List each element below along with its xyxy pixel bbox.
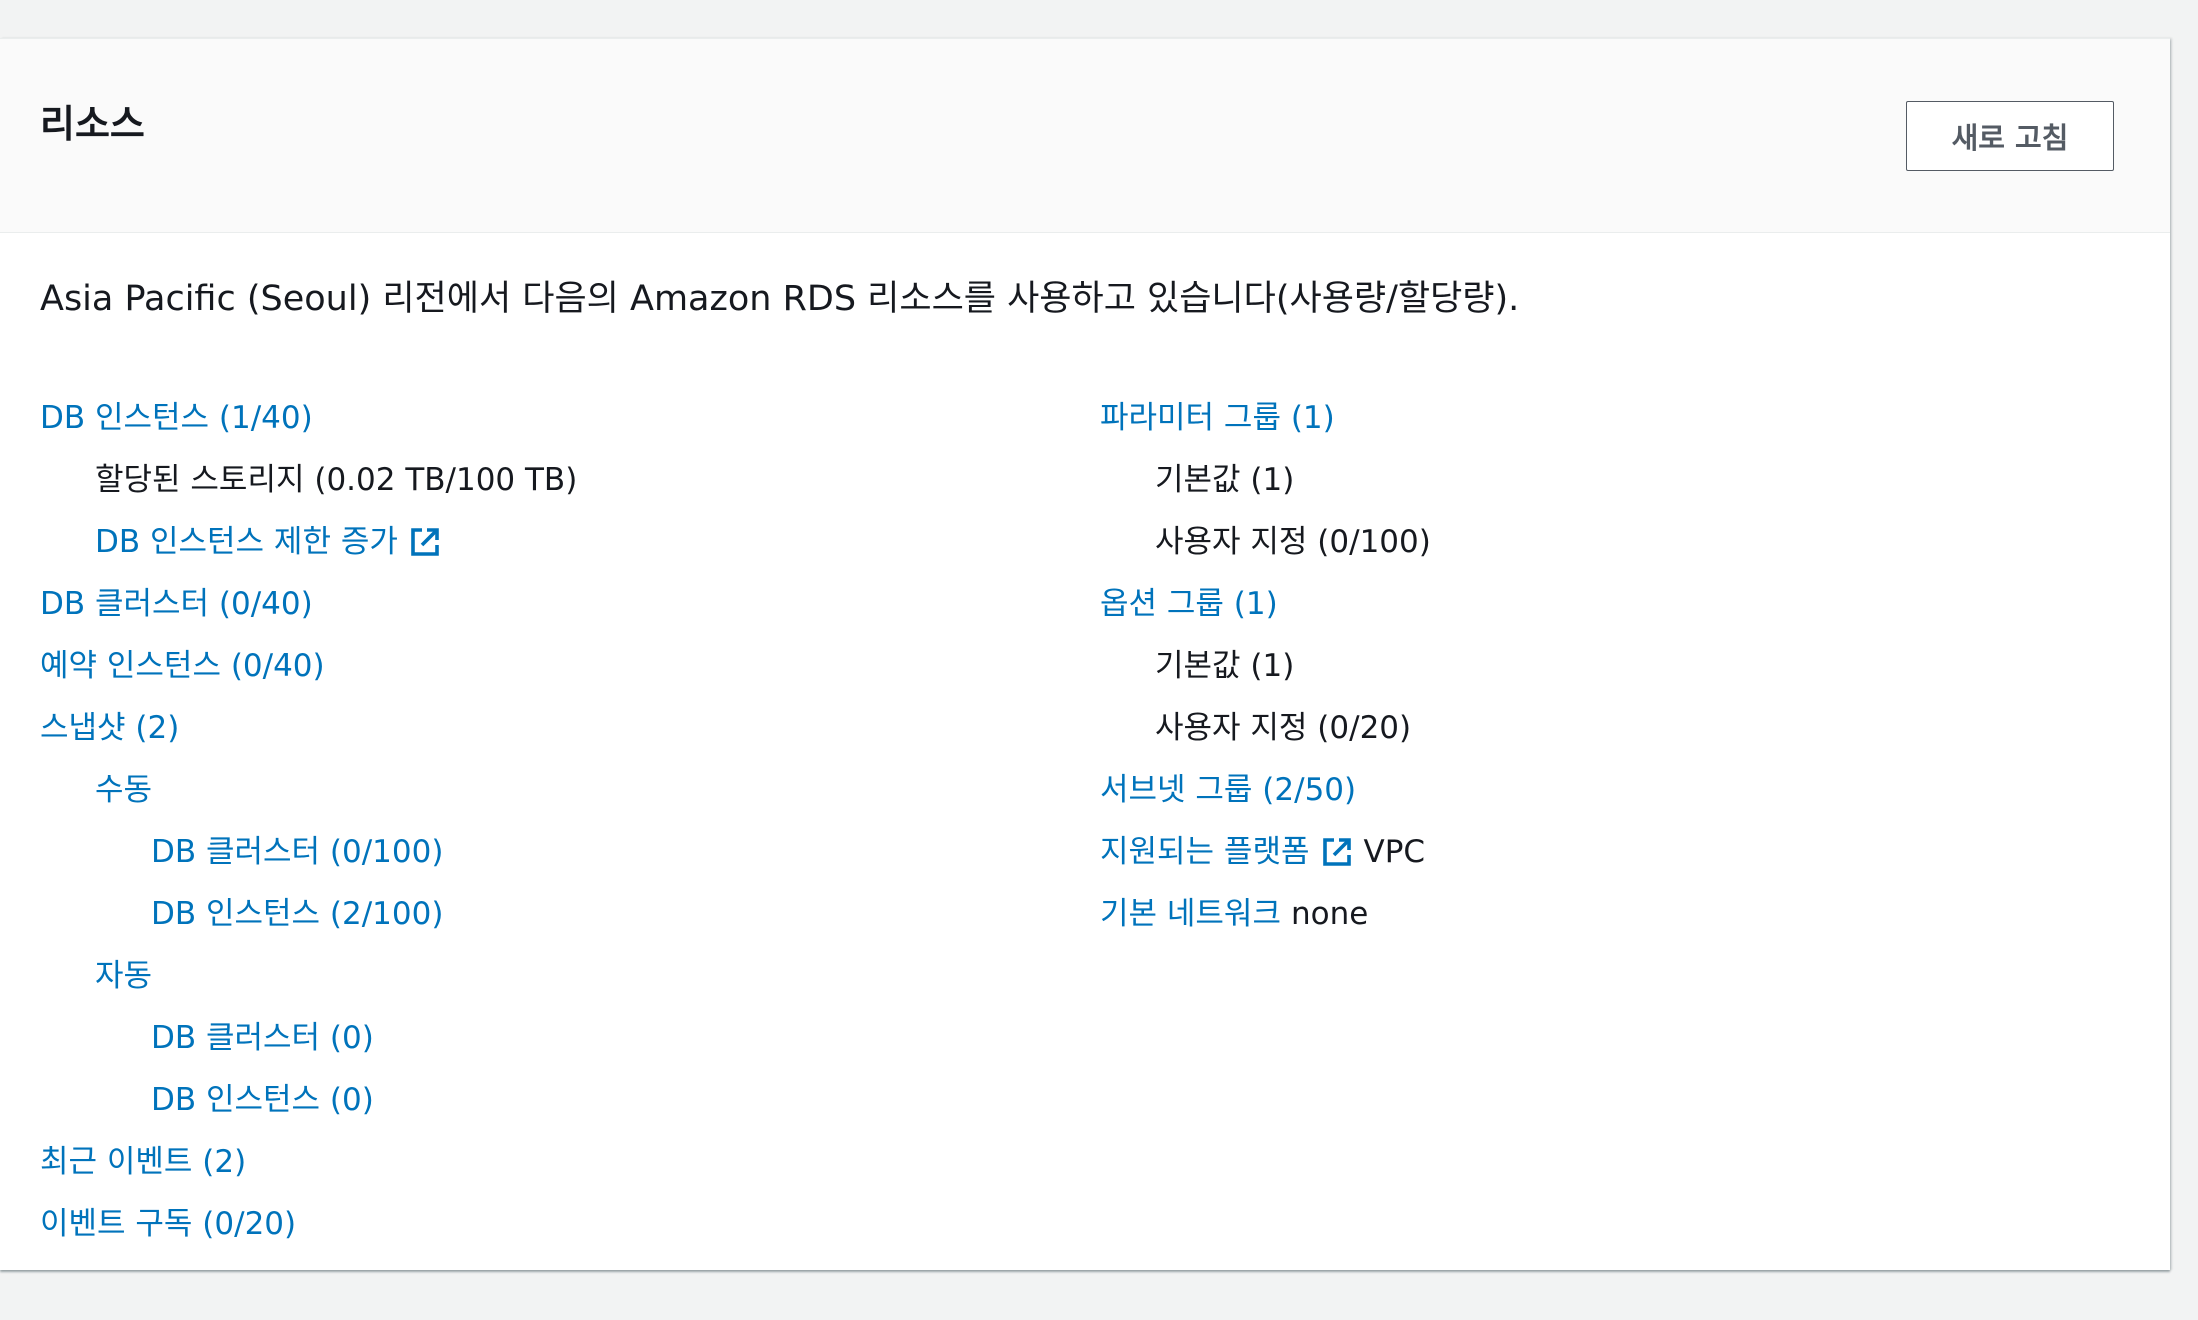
increase-instance-limit-link[interactable]: DB 인스턴스 제한 증가 [95,511,398,573]
automated-instance-snapshots-link[interactable]: DB 인스턴스 (0) [151,1069,374,1131]
db-clusters-link[interactable]: DB 클러스터 (0/40) [40,573,313,635]
allocated-storage-text: 할당된 스토리지 (0.02 TB/100 TB) [95,462,578,498]
parameter-custom-text: 사용자 지정 (0/100) [1155,524,1431,560]
automated-cluster-snapshots-link[interactable]: DB 클러스터 (0) [151,1007,374,1069]
db-instances-link[interactable]: DB 인스턴스 (1/40) [40,387,313,449]
region-summary-text: Asia Pacific (Seoul) 리전에서 다음의 Amazon RDS… [40,279,1520,319]
default-network-value: none [1290,896,1369,932]
panel-header: 리소스 새로 고침 [0,39,2170,233]
manual-instance-snapshots-link[interactable]: DB 인스턴스 (2/100) [151,883,443,945]
parameter-groups-link[interactable]: 파라미터 그룹 (1) [1100,387,1335,449]
right-column: 파라미터 그룹 (1) 기본값 (1) 사용자 지정 (0/100) 옵션 그룹… [1100,387,1431,945]
manual-cluster-snapshots-link[interactable]: DB 클러스터 (0/100) [151,821,443,883]
left-column: DB 인스턴스 (1/40) 할당된 스토리지 (0.02 TB/100 TB)… [40,387,577,1255]
automated-snapshots-link[interactable]: 자동 [95,945,152,1007]
default-network-link[interactable]: 기본 네트워크 [1100,883,1281,945]
option-custom-text: 사용자 지정 (0/20) [1155,710,1412,746]
option-groups-link[interactable]: 옵션 그룹 (1) [1100,573,1278,635]
event-subscriptions-link[interactable]: 이벤트 구독 (0/20) [40,1193,296,1255]
supported-platforms-link[interactable]: 지원되는 플랫폼 [1100,821,1310,883]
panel-title: 리소스 [40,102,145,146]
supported-platforms-value: VPC [1363,834,1426,870]
resources-panel: 리소스 새로 고침 Asia Pacific (Seoul) 리전에서 다음의 … [0,38,2170,1270]
external-link-icon[interactable] [408,525,442,559]
option-default-text: 기본값 (1) [1155,648,1295,684]
reserved-instances-link[interactable]: 예약 인스턴스 (0/40) [40,635,325,697]
manual-snapshots-link[interactable]: 수동 [95,759,152,821]
refresh-button[interactable]: 새로 고침 [1906,101,2114,171]
external-link-icon[interactable] [1320,835,1354,869]
snapshots-link[interactable]: 스냅샷 (2) [40,697,179,759]
recent-events-link[interactable]: 최근 이벤트 (2) [40,1131,246,1193]
subnet-groups-link[interactable]: 서브넷 그룹 (2/50) [1100,759,1356,821]
parameter-default-text: 기본값 (1) [1155,462,1295,498]
